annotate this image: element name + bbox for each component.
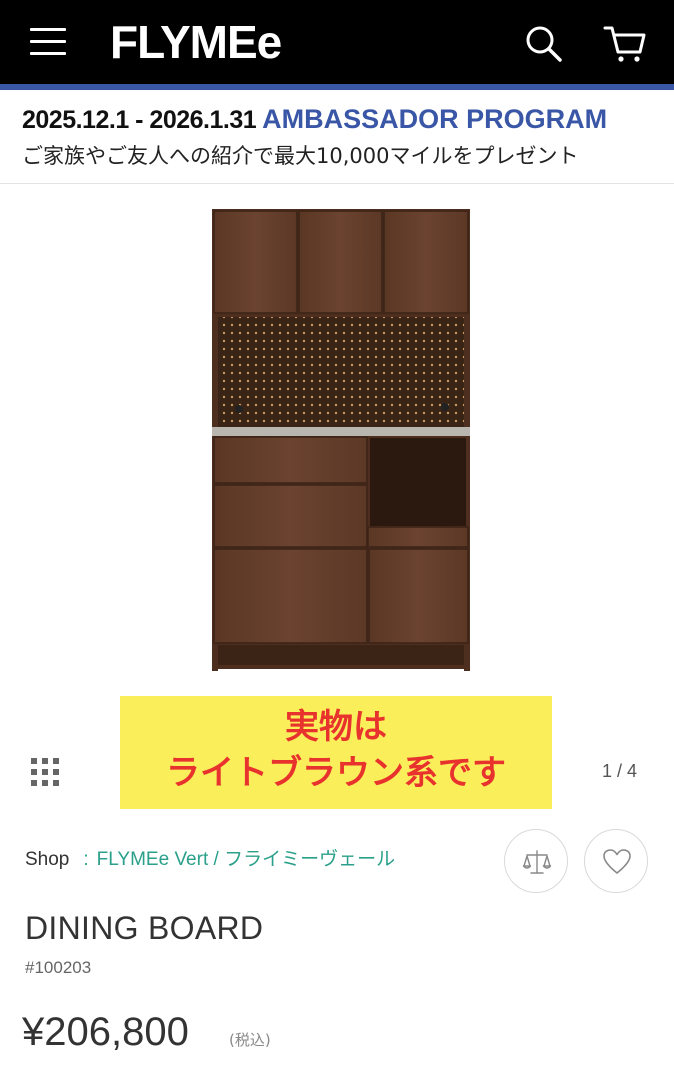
color-note-overlay: 実物は ライトブラウン系です <box>120 696 552 809</box>
overlay-text-line1: 実物は <box>285 707 387 747</box>
product-title: DINING BOARD <box>25 910 264 946</box>
grid-icon[interactable] <box>30 757 60 787</box>
site-logo[interactable]: FLYMEe <box>110 16 282 68</box>
tax-note: (税込) <box>229 1031 271 1049</box>
product-price: ¥206,800 <box>22 1010 189 1054</box>
image-pager: 1 / 4 <box>602 761 638 781</box>
heart-icon <box>603 849 631 874</box>
favorite-button[interactable] <box>584 829 648 893</box>
product-image <box>212 209 470 671</box>
overlay-text-line2: ライトブラウン系です <box>166 753 506 793</box>
banner-subtitle: ご家族やご友人への紹介で最大10,000マイルをプレゼント <box>22 144 579 168</box>
banner-headline: 2025.12.1 - 2026.1.31 AMBASSADOR PROGRAM <box>22 102 607 140</box>
ambassador-banner[interactable]: 2025.12.1 - 2026.1.31 AMBASSADOR PROGRAM … <box>0 90 674 184</box>
product-image-gallery[interactable]: 実物は ライトブラウン系です 1 / 4 <box>0 185 674 815</box>
scale-compare-icon <box>522 850 552 874</box>
compare-button[interactable] <box>504 829 568 893</box>
banner-dates: 2025.12.1 - 2026.1.31 <box>22 106 257 134</box>
cart-icon[interactable] <box>602 22 648 64</box>
product-sku: #100203 <box>25 958 92 977</box>
site-header: FLYMEe <box>0 0 674 90</box>
shop-label: Shop <box>25 849 70 870</box>
banner-program-title: AMBASSADOR PROGRAM <box>262 104 608 134</box>
shop-separator: : <box>83 849 89 870</box>
hamburger-menu-icon[interactable] <box>30 28 66 56</box>
shop-info: Shop: FLYMEe Vert / フライミーヴェール <box>25 848 395 872</box>
search-icon[interactable] <box>522 22 564 64</box>
shop-brand-link[interactable]: FLYMEe Vert / フライミーヴェール <box>97 849 395 870</box>
